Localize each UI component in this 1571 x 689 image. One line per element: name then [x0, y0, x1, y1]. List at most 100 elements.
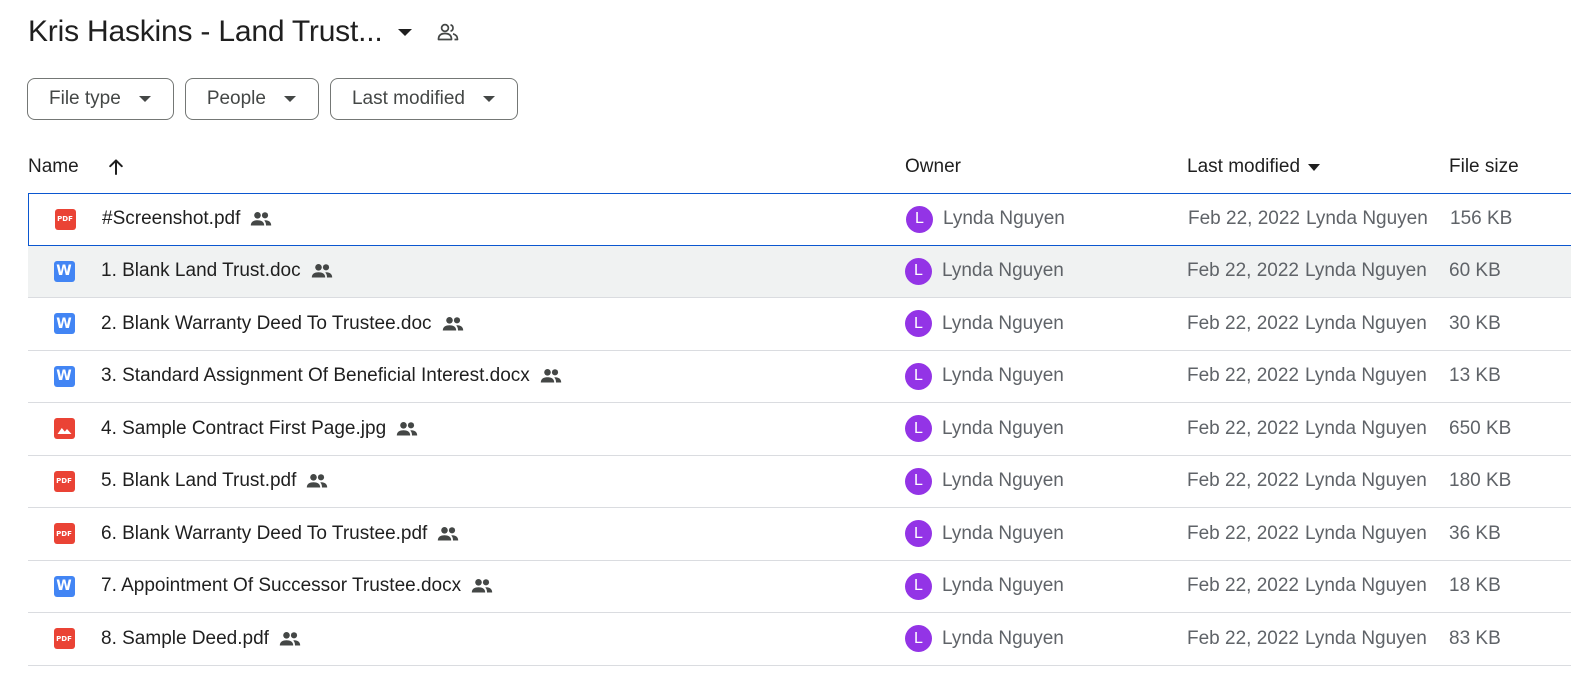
shared-icon [437, 526, 459, 542]
file-name-cell: 4. Sample Contract First Page.jpg [101, 403, 418, 455]
file-row[interactable]: PDF 6. Blank Warranty Deed To Trustee.pd… [28, 508, 1571, 561]
owner-name: Lynda Nguyen [942, 470, 1064, 492]
file-row[interactable]: W 2. Blank Warranty Deed To Trustee.doc … [28, 298, 1571, 351]
arrow-upward-icon[interactable] [104, 146, 128, 188]
modified-date: Feb 22, 2022 [1187, 522, 1299, 544]
pdf-icon: PDF [53, 194, 77, 245]
column-owner[interactable]: Owner [905, 146, 961, 188]
last-modified-cell: Feb 22, 2022 Lynda Nguyen [1187, 613, 1427, 665]
file-list-header: Name Owner Last modified File size [28, 146, 1571, 188]
modified-by: Lynda Nguyen [1304, 417, 1427, 439]
folder-title-bar: Kris Haskins - Land Trust... [28, 10, 461, 54]
shared-icon [306, 473, 328, 489]
file-type-filter[interactable]: File type [27, 78, 174, 120]
filter-label: Last modified [351, 88, 465, 109]
owner-name: Lynda Nguyen [942, 575, 1064, 597]
file-name-cell: 7. Appointment Of Successor Trustee.docx [101, 561, 493, 613]
file-size: 18 KB [1449, 575, 1501, 597]
word-icon: W [52, 561, 76, 613]
file-name: 3. Standard Assignment Of Beneficial Int… [101, 365, 530, 387]
modified-date: Feb 22, 2022 [1187, 365, 1299, 387]
shared-folder-people-icon[interactable] [435, 19, 461, 45]
avatar: L [905, 625, 932, 653]
people-filter[interactable]: People [184, 78, 319, 120]
pdf-icon: PDF [52, 613, 76, 665]
avatar: L [905, 257, 932, 285]
modified-by: Lynda Nguyen [1304, 470, 1427, 492]
owner-cell: L Lynda Nguyen [905, 298, 1064, 350]
file-name: 7. Appointment Of Successor Trustee.docx [101, 575, 462, 597]
owner-name: Lynda Nguyen [942, 627, 1064, 649]
last-modified-cell: Feb 22, 2022 Lynda Nguyen [1188, 194, 1428, 245]
last-modified-cell: Feb 22, 2022 Lynda Nguyen [1187, 403, 1427, 455]
pdf-icon: PDF [52, 508, 76, 560]
modified-date: Feb 22, 2022 [1187, 575, 1299, 597]
last-modified-cell: Feb 22, 2022 Lynda Nguyen [1187, 298, 1427, 350]
file-name-cell: 6. Blank Warranty Deed To Trustee.pdf [101, 508, 459, 560]
filter-label: File type [49, 88, 121, 109]
modified-by: Lynda Nguyen [1304, 522, 1427, 544]
owner-name: Lynda Nguyen [942, 260, 1064, 282]
avatar: L [905, 415, 932, 443]
file-row[interactable]: PDF 5. Blank Land Trust.pdf L Lynda Nguy… [28, 456, 1571, 508]
last-modified-cell: Feb 22, 2022 Lynda Nguyen [1187, 246, 1427, 298]
word-icon: W [52, 246, 76, 298]
filter-chips: File type People Last modified [27, 78, 518, 120]
owner-cell: L Lynda Nguyen [906, 194, 1065, 245]
file-row[interactable]: W 1. Blank Land Trust.doc L Lynda Nguyen… [28, 245, 1571, 298]
file-name: 5. Blank Land Trust.pdf [101, 470, 297, 492]
avatar: L [905, 362, 932, 390]
arrow-drop-down-icon [483, 96, 495, 102]
file-name-cell: #Screenshot.pdf [102, 194, 272, 245]
shared-icon [396, 421, 418, 437]
pdf-icon: PDF [52, 456, 76, 508]
file-row[interactable]: PDF 8. Sample Deed.pdf L Lynda Nguyen Fe… [28, 613, 1571, 666]
file-size: 60 KB [1449, 260, 1501, 282]
owner-cell: L Lynda Nguyen [905, 403, 1064, 455]
last-modified-cell: Feb 22, 2022 Lynda Nguyen [1187, 456, 1427, 508]
owner-cell: L Lynda Nguyen [905, 351, 1064, 403]
file-name: 4. Sample Contract First Page.jpg [101, 417, 387, 439]
file-list: PDF #Screenshot.pdf L Lynda Nguyen Feb 2… [28, 193, 1571, 666]
column-last-modified[interactable]: Last modified [1187, 146, 1321, 188]
file-name: 8. Sample Deed.pdf [101, 627, 269, 649]
owner-cell: L Lynda Nguyen [905, 508, 1064, 560]
shared-icon [279, 631, 301, 647]
modified-by: Lynda Nguyen [1304, 627, 1427, 649]
owner-cell: L Lynda Nguyen [905, 613, 1064, 665]
filter-label: People [206, 88, 266, 109]
shared-icon [311, 263, 333, 279]
last-modified-cell: Feb 22, 2022 Lynda Nguyen [1187, 561, 1427, 613]
column-name[interactable]: Name [28, 146, 79, 188]
modified-date: Feb 22, 2022 [1187, 417, 1299, 439]
owner-name: Lynda Nguyen [942, 365, 1064, 387]
file-name: 1. Blank Land Trust.doc [101, 260, 301, 282]
avatar: L [905, 310, 932, 338]
file-row[interactable]: W 7. Appointment Of Successor Trustee.do… [28, 561, 1571, 613]
file-size: 30 KB [1449, 312, 1501, 334]
modified-by: Lynda Nguyen [1304, 365, 1427, 387]
file-name-cell: 3. Standard Assignment Of Beneficial Int… [101, 351, 562, 403]
file-name-cell: 8. Sample Deed.pdf [101, 613, 301, 665]
owner-cell: L Lynda Nguyen [905, 456, 1064, 508]
image-icon [52, 403, 76, 455]
column-last-modified-label: Last modified [1187, 156, 1301, 177]
owner-name: Lynda Nguyen [942, 522, 1064, 544]
file-row[interactable]: W 3. Standard Assignment Of Beneficial I… [28, 351, 1571, 403]
modified-date: Feb 22, 2022 [1187, 627, 1299, 649]
arrow-drop-down-icon[interactable] [393, 20, 417, 44]
file-size: 36 KB [1449, 522, 1501, 544]
column-file-size[interactable]: File size [1449, 146, 1519, 188]
owner-name: Lynda Nguyen [943, 208, 1065, 230]
avatar: L [905, 467, 932, 495]
modified-by: Lynda Nguyen [1304, 260, 1427, 282]
modified-by: Lynda Nguyen [1305, 208, 1428, 230]
shared-icon [250, 211, 272, 227]
last-modified-filter[interactable]: Last modified [329, 78, 518, 120]
file-row[interactable]: 4. Sample Contract First Page.jpg L Lynd… [28, 403, 1571, 456]
folder-title[interactable]: Kris Haskins - Land Trust... [28, 15, 383, 49]
avatar: L [906, 205, 933, 233]
avatar: L [905, 520, 932, 548]
owner-name: Lynda Nguyen [942, 312, 1064, 334]
file-row[interactable]: PDF #Screenshot.pdf L Lynda Nguyen Feb 2… [28, 193, 1571, 246]
